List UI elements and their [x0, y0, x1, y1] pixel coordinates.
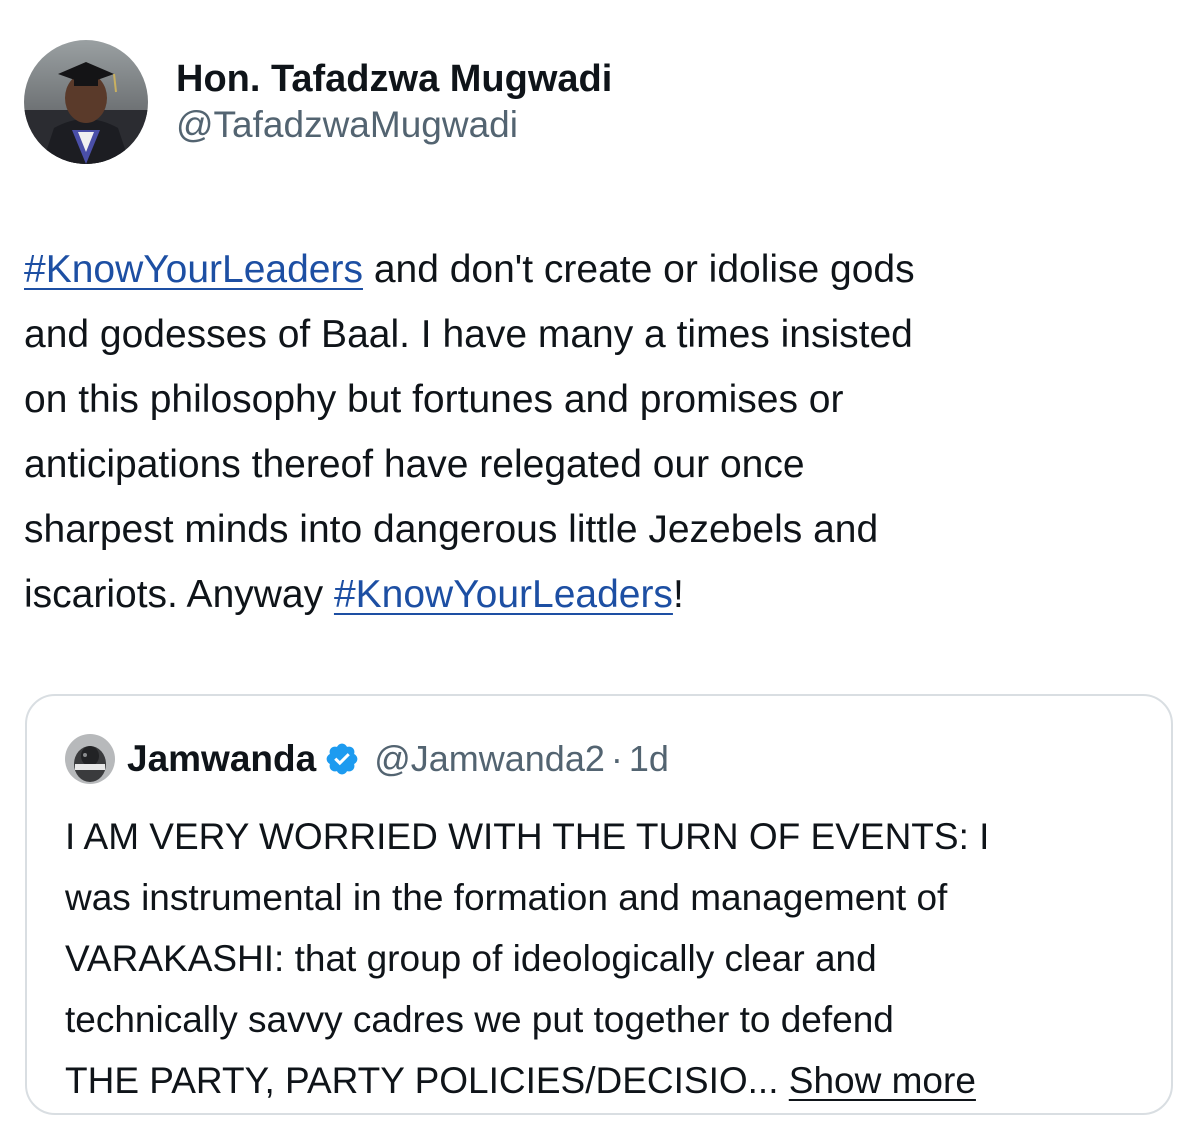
quoted-author-avatar[interactable]: [65, 734, 115, 784]
author-handle[interactable]: @TafadzwaMugwadi: [176, 102, 612, 148]
author-display-name[interactable]: Hon. Tafadzwa Mugwadi: [176, 56, 612, 102]
tweet-line: #KnowYourLeaders and don't create or ido…: [24, 237, 1174, 302]
tweet-text-segment: anticipations thereof have relegated our…: [24, 443, 805, 486]
quoted-author-handle[interactable]: @Jamwanda2: [374, 738, 605, 780]
quoted-tweet-text: I AM VERY WORRIED WITH THE TURN OF EVENT…: [65, 806, 1155, 1111]
quoted-tweet-line: I AM VERY WORRIED WITH THE TURN OF EVENT…: [65, 816, 990, 857]
quoted-tweet-line: VARAKASHI: that group of ideologically c…: [65, 938, 877, 979]
tweet-line: iscariots. Anyway #KnowYourLeaders!: [24, 562, 1174, 627]
hashtag-link[interactable]: #KnowYourLeaders: [334, 573, 673, 616]
header-separator: ·: [610, 738, 623, 779]
tweet-text-segment: iscariots. Anyway: [24, 573, 334, 616]
quoted-tweet-text-segment: THE PARTY, PARTY POLICIES/DECISIO...: [65, 1060, 789, 1101]
tweet-text-segment: on this philosophy but fortunes and prom…: [24, 378, 844, 421]
quoted-tweet-card[interactable]: Jamwanda @Jamwanda2 · 1d I AM VERY WORRI…: [25, 694, 1173, 1115]
quoted-tweet-line: technically savvy cadres we put together…: [65, 999, 894, 1040]
tweet-text-segment: and godesses of Baal. I have many a time…: [24, 313, 913, 356]
quoted-tweet-line: was instrumental in the formation and ma…: [65, 877, 948, 918]
tweet-line: sharpest minds into dangerous little Jez…: [24, 497, 1174, 562]
show-more-link[interactable]: Show more: [789, 1060, 976, 1101]
tweet-line: and godesses of Baal. I have many a time…: [24, 302, 1174, 367]
tweet-text-segment: and don't create or idolise gods: [362, 248, 915, 291]
quoted-tweet-header: Jamwanda @Jamwanda2 · 1d: [65, 734, 669, 784]
quoted-author-display-name[interactable]: Jamwanda: [127, 738, 316, 780]
quoted-tweet-timestamp[interactable]: 1d: [629, 738, 669, 780]
tweet-text: #KnowYourLeaders and don't create or ido…: [24, 237, 1174, 627]
author-avatar[interactable]: [24, 40, 148, 164]
tweet-line: on this philosophy but fortunes and prom…: [24, 367, 1174, 432]
verified-badge-icon: [324, 741, 360, 777]
tweet-author: Hon. Tafadzwa Mugwadi @TafadzwaMugwadi: [24, 40, 612, 164]
tweet: Hon. Tafadzwa Mugwadi @TafadzwaMugwadi #…: [0, 0, 1200, 1140]
hashtag-link[interactable]: #KnowYourLeaders: [24, 248, 363, 291]
tweet-text-segment: !: [672, 573, 684, 616]
author-names: Hon. Tafadzwa Mugwadi @TafadzwaMugwadi: [176, 56, 612, 148]
tweet-line: anticipations thereof have relegated our…: [24, 432, 1174, 497]
tweet-text-segment: sharpest minds into dangerous little Jez…: [24, 508, 879, 551]
quoted-tweet-line: THE PARTY, PARTY POLICIES/DECISIO... Sho…: [65, 1050, 1155, 1111]
